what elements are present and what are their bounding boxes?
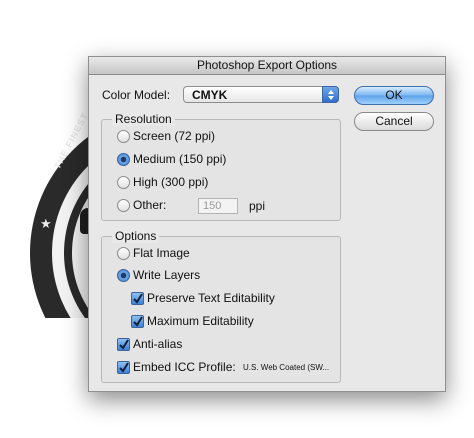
maximum-editability-checkbox[interactable] [131,315,144,328]
maximum-editability-label[interactable]: Maximum Editability [147,314,254,328]
anti-alias-checkbox[interactable] [117,338,130,351]
radio-write-layers[interactable] [117,269,130,282]
cancel-button[interactable]: Cancel [354,112,434,131]
radio-other-label[interactable]: Other: [133,198,166,212]
other-ppi-input[interactable]: 150 [198,198,238,214]
options-legend: Options [112,229,160,243]
radio-screen-72[interactable] [117,130,130,143]
embed-icc-checkbox[interactable] [117,361,130,374]
radio-medium-label[interactable]: Medium (150 ppi) [133,152,226,166]
ok-button[interactable]: OK [354,86,434,105]
anti-alias-label[interactable]: Anti-alias [133,337,182,351]
checkmark-icon [119,339,129,350]
radio-screen-label[interactable]: Screen (72 ppi) [133,129,215,143]
ppi-unit-label: ppi [249,199,266,213]
select-arrows-icon [322,86,339,103]
export-options-dialog: Photoshop Export Options Color Model: CM… [88,56,446,392]
star-icon: ★ [40,216,52,231]
radio-high-label[interactable]: High (300 ppi) [133,175,208,189]
radio-other[interactable] [117,199,130,212]
preserve-text-label[interactable]: Preserve Text Editability [147,291,275,305]
color-model-label: Color Model: [102,88,171,102]
preserve-text-checkbox[interactable] [131,292,144,305]
color-model-select[interactable]: CMYK [183,86,339,103]
write-layers-label[interactable]: Write Layers [133,268,200,282]
dialog-title: Photoshop Export Options [89,57,445,75]
embed-icc-label[interactable]: Embed ICC Profile: [133,360,236,374]
icc-profile-name: U.S. Web Coated (SW... [243,363,330,372]
radio-medium-150[interactable] [117,153,130,166]
radio-flat-image[interactable] [117,247,130,260]
resolution-legend: Resolution [112,112,175,126]
checkmark-icon [119,362,129,373]
checkmark-icon [133,316,143,327]
radio-high-300[interactable] [117,176,130,189]
color-model-value: CMYK [192,88,228,102]
checkmark-icon [133,293,143,304]
flat-image-label[interactable]: Flat Image [133,246,190,260]
